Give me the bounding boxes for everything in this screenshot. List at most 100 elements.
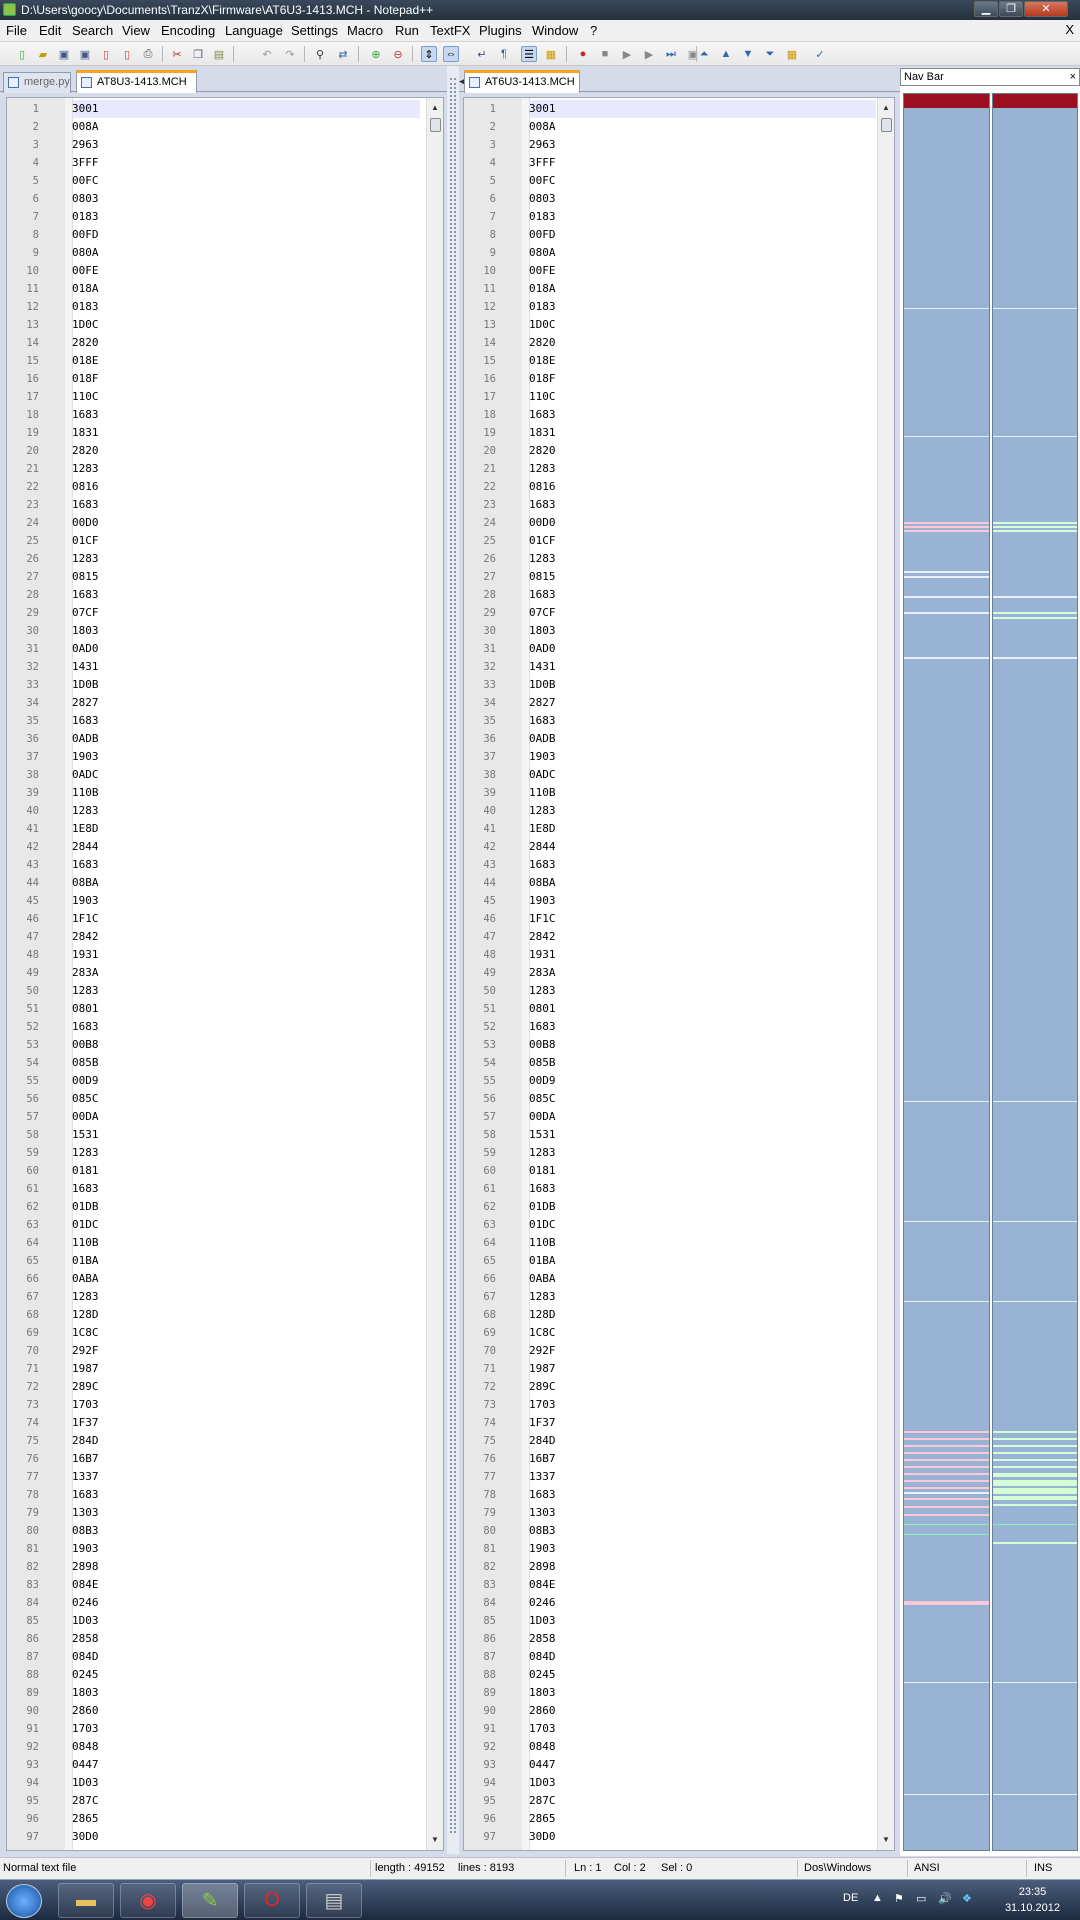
save-all-icon[interactable]: ▣ — [77, 46, 93, 62]
code-line[interactable]: 75 284D — [7, 1432, 443, 1450]
compare-last-icon[interactable]: ⏷ — [762, 46, 778, 62]
code-line[interactable]: 89 1803 — [7, 1684, 443, 1702]
chrome-taskbar-icon[interactable]: ◉ — [120, 1883, 176, 1918]
code-line[interactable]: 30 1803 — [7, 622, 443, 640]
code-line[interactable]: 94 1D03 — [7, 1774, 443, 1792]
terminal-taskbar-icon[interactable]: ▤ — [306, 1883, 362, 1918]
code-line[interactable]: 2 008A — [7, 118, 443, 136]
menu-textfx[interactable]: TextFX — [430, 23, 470, 38]
code-line[interactable]: 28 1683 — [464, 586, 894, 604]
network-icon[interactable]: ▭ — [916, 1892, 926, 1905]
view-splitter[interactable] — [447, 66, 459, 1854]
code-line[interactable]: 41 1E8D — [464, 820, 894, 838]
menu-help[interactable]: ? — [590, 23, 597, 38]
code-line[interactable]: 79 1303 — [464, 1504, 894, 1522]
code-line[interactable]: 5 00FC — [7, 172, 443, 190]
opera-taskbar-icon[interactable]: O — [244, 1883, 300, 1918]
paste-icon[interactable]: ▤ — [211, 46, 227, 62]
code-line[interactable]: 88 0245 — [7, 1666, 443, 1684]
code-line[interactable]: 20 2820 — [464, 442, 894, 460]
close-all-icon[interactable]: ▯ — [119, 46, 135, 62]
undo-icon[interactable]: ↶ — [259, 46, 275, 62]
code-line[interactable]: 85 1D03 — [464, 1612, 894, 1630]
code-line[interactable]: 40 1283 — [7, 802, 443, 820]
code-line[interactable]: 16 018F — [464, 370, 894, 388]
code-line[interactable]: 33 1D0B — [464, 676, 894, 694]
code-line[interactable]: 87 084D — [464, 1648, 894, 1666]
code-line[interactable]: 91 1703 — [7, 1720, 443, 1738]
code-line[interactable]: 82 2898 — [7, 1558, 443, 1576]
scroll-down-icon[interactable]: ▼ — [427, 1832, 443, 1848]
code-line[interactable]: 64 110B — [464, 1234, 894, 1252]
code-line[interactable]: 28 1683 — [7, 586, 443, 604]
action-center-flag-icon[interactable]: ⚑ — [894, 1892, 904, 1905]
spell-check-icon[interactable]: ✓ — [812, 46, 828, 62]
code-line[interactable]: 66 0ABA — [464, 1270, 894, 1288]
code-line[interactable]: 15 018E — [7, 352, 443, 370]
code-line[interactable]: 81 1903 — [464, 1540, 894, 1558]
sync-vertical-icon[interactable]: ⇕ — [421, 46, 437, 62]
code-line[interactable]: 86 2858 — [7, 1630, 443, 1648]
code-line[interactable]: 59 1283 — [7, 1144, 443, 1162]
code-line[interactable]: 51 0801 — [464, 1000, 894, 1018]
code-line[interactable]: 51 0801 — [7, 1000, 443, 1018]
redo-icon[interactable]: ↷ — [282, 46, 298, 62]
code-line[interactable]: 63 01DC — [464, 1216, 894, 1234]
code-line[interactable]: 3 2963 — [7, 136, 443, 154]
language-indicator[interactable]: DE — [843, 1892, 858, 1904]
code-line[interactable]: 40 1283 — [464, 802, 894, 820]
start-button[interactable] — [6, 1884, 42, 1918]
code-line[interactable]: 29 07CF — [7, 604, 443, 622]
code-line[interactable]: 37 1903 — [464, 748, 894, 766]
code-line[interactable]: 82 2898 — [464, 1558, 894, 1576]
code-line[interactable]: 34 2827 — [464, 694, 894, 712]
notepadpp-taskbar-icon[interactable]: ✎ — [182, 1883, 238, 1918]
code-line[interactable]: 96 2865 — [7, 1810, 443, 1828]
code-line[interactable]: 15 018E — [464, 352, 894, 370]
close-document-button[interactable]: X — [1065, 22, 1074, 37]
code-line[interactable]: 61 1683 — [464, 1180, 894, 1198]
code-line[interactable]: 71 1987 — [464, 1360, 894, 1378]
code-line[interactable]: 53 00B8 — [7, 1036, 443, 1054]
code-line[interactable]: 49 283A — [7, 964, 443, 982]
code-line[interactable]: 39 110B — [7, 784, 443, 802]
code-line[interactable]: 4 3FFF — [7, 154, 443, 172]
menu-settings[interactable]: Settings — [291, 23, 338, 38]
menu-window[interactable]: Window — [532, 23, 578, 38]
menu-language[interactable]: Language — [225, 23, 283, 38]
code-line[interactable]: 69 1C8C — [464, 1324, 894, 1342]
tab-at6u3-mch[interactable]: AT6U3-1413.MCH — [464, 70, 580, 93]
code-line[interactable]: 90 2860 — [7, 1702, 443, 1720]
code-line[interactable]: 89 1803 — [464, 1684, 894, 1702]
close-window-button[interactable]: ✕ — [1024, 1, 1068, 17]
code-line[interactable]: 56 085C — [7, 1090, 443, 1108]
code-line[interactable]: 87 084D — [7, 1648, 443, 1666]
code-line[interactable]: 17 110C — [464, 388, 894, 406]
code-line[interactable]: 81 1903 — [7, 1540, 443, 1558]
maximize-button[interactable]: ❐ — [999, 1, 1023, 17]
code-line[interactable]: 13 1D0C — [464, 316, 894, 334]
code-line[interactable]: 17 110C — [7, 388, 443, 406]
code-line[interactable]: 24 00D0 — [464, 514, 894, 532]
code-line[interactable]: 88 0245 — [464, 1666, 894, 1684]
compare-files-icon[interactable]: ▦ — [784, 46, 800, 62]
code-line[interactable]: 62 01DB — [7, 1198, 443, 1216]
code-line[interactable]: 83 084E — [7, 1576, 443, 1594]
code-line[interactable]: 41 1E8D — [7, 820, 443, 838]
code-line[interactable]: 24 00D0 — [7, 514, 443, 532]
code-line[interactable]: 57 00DA — [464, 1108, 894, 1126]
code-line[interactable]: 23 1683 — [7, 496, 443, 514]
stop-macro-icon[interactable]: ■ — [597, 46, 613, 62]
close-file-icon[interactable]: ▯ — [98, 46, 114, 62]
code-line[interactable]: 12 0183 — [7, 298, 443, 316]
menu-edit[interactable]: Edit — [39, 23, 61, 38]
code-line[interactable]: 31 0AD0 — [7, 640, 443, 658]
code-line[interactable]: 3 2963 — [464, 136, 894, 154]
code-line[interactable]: 8 00FD — [7, 226, 443, 244]
code-line[interactable]: 77 1337 — [7, 1468, 443, 1486]
code-line[interactable]: 36 0ADB — [7, 730, 443, 748]
zoom-in-icon[interactable]: ⊕ — [368, 46, 384, 62]
code-line[interactable]: 14 2820 — [464, 334, 894, 352]
code-line[interactable]: 50 1283 — [464, 982, 894, 1000]
code-line[interactable]: 61 1683 — [7, 1180, 443, 1198]
